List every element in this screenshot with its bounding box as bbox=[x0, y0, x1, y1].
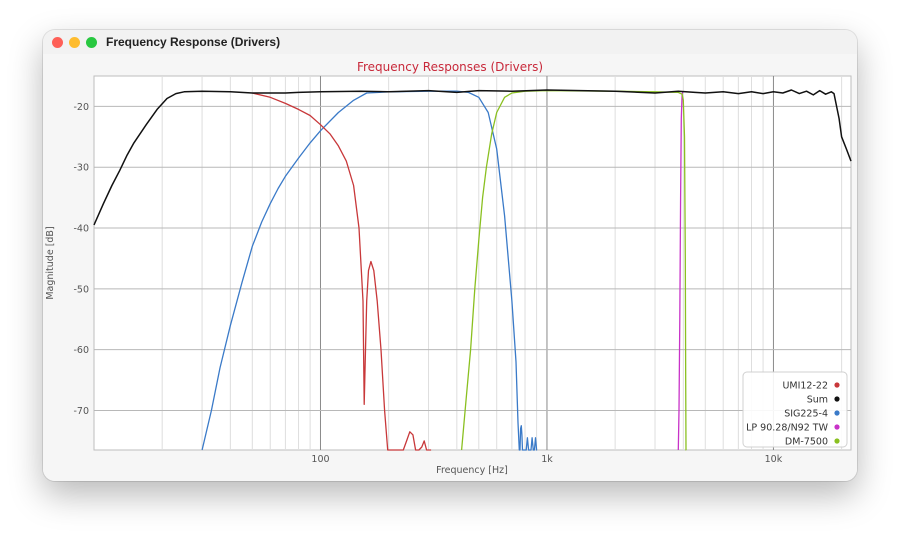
legend-marker bbox=[834, 410, 840, 416]
legend-label: UMI12-22 bbox=[782, 381, 828, 392]
legend[interactable]: UMI12-22 Sum SIG225-4 LP 90.28/N92 TW DM-750… bbox=[742, 371, 848, 448]
close-window-button[interactable] bbox=[52, 37, 63, 48]
y-tick-label: -70 bbox=[73, 406, 89, 417]
legend-label: SIG225-4 bbox=[784, 409, 828, 420]
title-bar: Frequency Response (Drivers) bbox=[43, 30, 857, 54]
x-axis-label: Frequency [Hz] bbox=[436, 465, 508, 476]
chart-title: Frequency Responses (Drivers) bbox=[357, 60, 543, 74]
frequency-response-chart[interactable]: 100 1k 10k -20 -30 -40 -50 -60 -70 Frequency Res… bbox=[43, 54, 857, 481]
legend-label: LP 90.28/N92 TW bbox=[746, 423, 828, 434]
y-tick-label: -40 bbox=[73, 224, 89, 235]
legend-label: DM-7500 bbox=[785, 437, 828, 448]
plot-background bbox=[93, 75, 852, 451]
x-tick-label: 10k bbox=[765, 454, 783, 465]
legend-marker bbox=[834, 438, 840, 444]
chart-area: 100 1k 10k -20 -30 -40 -50 -60 -70 Frequency Res… bbox=[43, 54, 857, 481]
x-tick-label: 100 bbox=[311, 454, 329, 465]
window-title: Frequency Response (Drivers) bbox=[106, 35, 281, 49]
legend-marker bbox=[834, 396, 840, 402]
legend-label: Sum bbox=[807, 395, 828, 406]
y-tick-label: -20 bbox=[73, 102, 89, 113]
legend-marker bbox=[834, 424, 840, 430]
y-tick-label: -60 bbox=[73, 345, 89, 356]
y-axis-label: Magnitude [dB] bbox=[45, 226, 56, 299]
x-tick-label: 1k bbox=[541, 454, 553, 465]
legend-marker bbox=[834, 382, 840, 388]
y-tick-label: -50 bbox=[73, 284, 89, 295]
app-window: Frequency Response (Drivers) 100 1k 10k -20… bbox=[43, 30, 857, 481]
minimize-window-button[interactable] bbox=[69, 37, 80, 48]
maximize-window-button[interactable] bbox=[86, 37, 97, 48]
y-tick-label: -30 bbox=[73, 163, 89, 174]
